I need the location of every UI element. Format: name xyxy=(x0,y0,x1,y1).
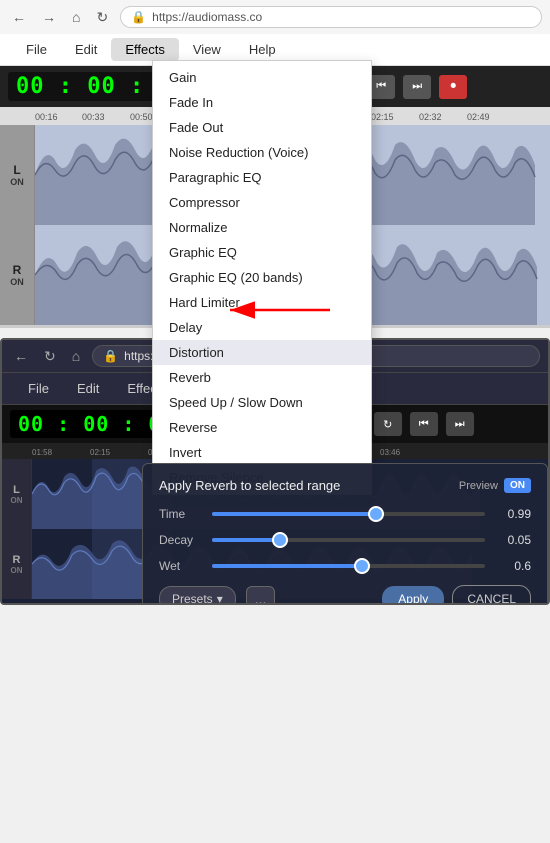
effect-fade-out[interactable]: Fade Out xyxy=(153,115,371,140)
time-slider-fill xyxy=(212,512,376,516)
wet-slider-fill xyxy=(212,564,362,568)
svg-text:02:32: 02:32 xyxy=(419,112,442,122)
decay-slider-track[interactable] xyxy=(212,538,485,542)
reverb-dialog: Apply Reverb to selected range Preview O… xyxy=(142,463,548,603)
effects-dropdown: Gain Fade In Fade Out Noise Reduction (V… xyxy=(152,60,372,495)
reverb-footer: Presets ▾ ... Apply CANCEL xyxy=(159,585,531,603)
effect-invert[interactable]: Invert xyxy=(153,440,371,465)
svg-text:02:15: 02:15 xyxy=(371,112,394,122)
wet-slider-track[interactable] xyxy=(212,564,485,568)
loop-button-bottom[interactable]: ↻ xyxy=(374,412,402,436)
effect-distortion[interactable]: Distortion xyxy=(153,340,371,365)
svg-text:01:58: 01:58 xyxy=(32,448,53,457)
presets-label: Presets xyxy=(172,592,213,603)
wet-slider-thumb[interactable] xyxy=(354,558,370,574)
effect-graphic-eq-20[interactable]: Graphic EQ (20 bands) xyxy=(153,265,371,290)
effect-reverb[interactable]: Reverb xyxy=(153,365,371,390)
footer-left: Presets ▾ ... xyxy=(159,586,275,603)
svg-text:03:46: 03:46 xyxy=(380,448,401,457)
effect-paragraphic-eq[interactable]: Paragraphic EQ xyxy=(153,165,371,190)
effect-speed-slow[interactable]: Speed Up / Slow Down xyxy=(153,390,371,415)
time-value: 0.99 xyxy=(493,507,531,521)
decay-label: Decay xyxy=(159,533,204,547)
apply-button[interactable]: Apply xyxy=(382,586,444,603)
wet-value: 0.6 xyxy=(493,559,531,573)
menu-file-bottom[interactable]: File xyxy=(14,377,63,400)
effect-compressor[interactable]: Compressor xyxy=(153,190,371,215)
dots-button[interactable]: ... xyxy=(246,586,276,603)
waveform-area-bottom: 01:58 02:15 02:32 02:49 03:06 03:23 03:4… xyxy=(2,443,548,603)
effect-gain[interactable]: Gain xyxy=(153,65,371,90)
track-R-label-bottom: R ON xyxy=(2,529,32,599)
forward-button[interactable]: → xyxy=(38,7,60,27)
presets-button[interactable]: Presets ▾ xyxy=(159,586,236,603)
lock-icon-bottom: 🔒 xyxy=(103,349,118,363)
reload-button[interactable]: ↻ xyxy=(92,7,112,28)
svg-text:00:33: 00:33 xyxy=(82,112,105,122)
track-L-label: L ON xyxy=(0,125,35,225)
preview-label: Preview xyxy=(459,480,498,492)
time-label: Time xyxy=(159,507,204,521)
effect-normalize[interactable]: Normalize xyxy=(153,215,371,240)
time-slider-track[interactable] xyxy=(212,512,485,516)
effect-noise-reduction[interactable]: Noise Reduction (Voice) xyxy=(153,140,371,165)
url-text: https://audiomass.co xyxy=(152,10,262,24)
browser-nav-bar: ← → ⌂ ↻ 🔒 https://audiomass.co xyxy=(0,0,550,34)
svg-text:02:15: 02:15 xyxy=(90,448,111,457)
back-button-bottom[interactable]: ← xyxy=(10,346,32,366)
menu-file[interactable]: File xyxy=(12,38,61,61)
wet-label: Wet xyxy=(159,559,204,573)
menu-edit-bottom[interactable]: Edit xyxy=(63,377,113,400)
reverb-header: Apply Reverb to selected range Preview O… xyxy=(159,478,531,493)
svg-text:00:16: 00:16 xyxy=(35,112,58,122)
home-button-bottom[interactable]: ⌂ xyxy=(68,346,84,366)
footer-right: Apply CANCEL xyxy=(382,585,531,603)
track-L-label-bottom: L ON xyxy=(2,459,32,529)
decay-slider-fill xyxy=(212,538,280,542)
lock-icon: 🔒 xyxy=(131,10,146,24)
reload-button-bottom[interactable]: ↻ xyxy=(40,346,60,367)
decay-value: 0.05 xyxy=(493,533,531,547)
preview-toggle[interactable]: Preview ON xyxy=(459,478,531,493)
effect-fade-in[interactable]: Fade In xyxy=(153,90,371,115)
menu-edit[interactable]: Edit xyxy=(61,38,111,61)
time-slider-thumb[interactable] xyxy=(368,506,384,522)
decay-slider-thumb[interactable] xyxy=(272,532,288,548)
svg-text:00:50: 00:50 xyxy=(130,112,153,122)
effect-hard-limiter[interactable]: Hard Limiter xyxy=(153,290,371,315)
menu-view[interactable]: View xyxy=(179,38,235,61)
decay-slider-row: Decay 0.05 xyxy=(159,533,531,547)
record-button-top[interactable]: ⏺ xyxy=(439,75,467,99)
wet-slider-row: Wet 0.6 xyxy=(159,559,531,573)
menu-help[interactable]: Help xyxy=(235,38,290,61)
effect-delay[interactable]: Delay xyxy=(153,315,371,340)
time-slider-row: Time 0.99 xyxy=(159,507,531,521)
effect-reverse[interactable]: Reverse xyxy=(153,415,371,440)
skip-forward-bottom[interactable]: ⏭ xyxy=(446,412,474,436)
reverb-title: Apply Reverb to selected range xyxy=(159,478,340,493)
effect-graphic-eq[interactable]: Graphic EQ xyxy=(153,240,371,265)
chevron-down-icon: ▾ xyxy=(217,592,223,603)
address-bar[interactable]: 🔒 https://audiomass.co xyxy=(120,6,542,28)
cancel-button[interactable]: CANCEL xyxy=(452,585,531,603)
svg-text:02:49: 02:49 xyxy=(467,112,490,122)
fast-forward-button-top[interactable]: ⏭ xyxy=(403,75,431,99)
menu-effects[interactable]: Effects xyxy=(111,38,179,61)
preview-state: ON xyxy=(504,478,531,493)
skip-back-bottom[interactable]: ⏮ xyxy=(410,412,438,436)
track-R-label: R ON xyxy=(0,225,35,325)
home-button[interactable]: ⌂ xyxy=(68,7,84,27)
back-button[interactable]: ← xyxy=(8,7,30,27)
